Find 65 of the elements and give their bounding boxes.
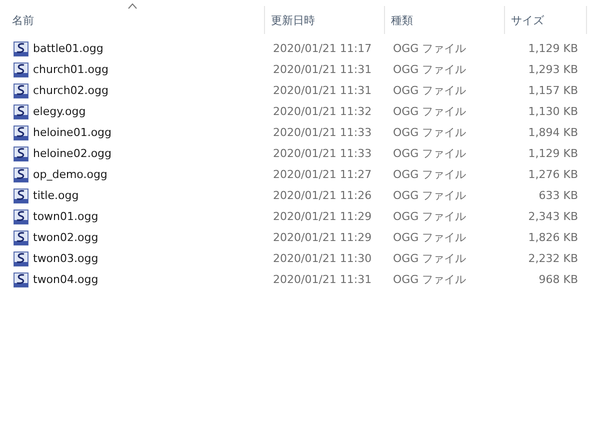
file-type: OGG ファイル bbox=[392, 41, 468, 56]
file-size: 1,129 KB bbox=[527, 147, 579, 160]
file-name[interactable]: op_demo.ogg bbox=[33, 168, 108, 181]
file-name[interactable]: twon02.ogg bbox=[33, 231, 98, 244]
modified-date: 2020/01/21 11:31 bbox=[272, 273, 373, 286]
file-name[interactable]: town01.ogg bbox=[33, 210, 98, 223]
audio-file-icon bbox=[13, 166, 29, 182]
file-type: OGG ファイル bbox=[392, 83, 468, 98]
file-size: 2,343 KB bbox=[527, 210, 579, 223]
file-name[interactable]: battle01.ogg bbox=[33, 42, 104, 55]
audio-file-icon bbox=[13, 124, 29, 140]
file-name[interactable]: heloine02.ogg bbox=[33, 147, 112, 160]
file-name[interactable]: heloine01.ogg bbox=[33, 126, 112, 139]
audio-file-icon bbox=[13, 208, 29, 224]
audio-file-icon bbox=[13, 82, 29, 98]
modified-date: 2020/01/21 11:31 bbox=[272, 84, 373, 97]
modified-date: 2020/01/21 11:17 bbox=[272, 42, 373, 55]
column-header[interactable]: サイズ bbox=[505, 6, 587, 34]
file-size: 1,293 KB bbox=[527, 63, 579, 76]
modified-date: 2020/01/21 11:33 bbox=[272, 147, 373, 160]
audio-file-icon bbox=[13, 146, 29, 162]
file-type: OGG ファイル bbox=[392, 125, 468, 140]
file-size: 2,232 KB bbox=[527, 252, 579, 265]
modified-date: 2020/01/21 11:26 bbox=[272, 189, 373, 202]
file-size: 1,894 KB bbox=[527, 126, 579, 139]
file-type: OGG ファイル bbox=[392, 272, 468, 287]
audio-file-icon bbox=[13, 272, 29, 288]
file-size: 1,130 KB bbox=[527, 105, 579, 118]
file-name[interactable]: church02.ogg bbox=[33, 84, 108, 97]
modified-date: 2020/01/21 11:33 bbox=[272, 126, 373, 139]
file-size: 1,826 KB bbox=[527, 231, 579, 244]
modified-date: 2020/01/21 11:29 bbox=[272, 210, 373, 223]
modified-date: 2020/01/21 11:30 bbox=[272, 252, 373, 265]
audio-file-icon bbox=[13, 188, 29, 204]
file-type: OGG ファイル bbox=[392, 251, 468, 266]
audio-file-icon bbox=[13, 104, 29, 120]
column-header[interactable]: 名前 bbox=[0, 6, 265, 34]
audio-file-icon bbox=[13, 40, 29, 56]
file-size: 1,276 KB bbox=[527, 168, 579, 181]
sort-ascending-icon bbox=[128, 3, 137, 9]
modified-date: 2020/01/21 11:32 bbox=[272, 105, 373, 118]
file-size: 633 KB bbox=[538, 189, 579, 202]
file-type: OGG ファイル bbox=[392, 167, 468, 182]
file-type: OGG ファイル bbox=[392, 104, 468, 119]
audio-file-icon bbox=[13, 250, 29, 266]
file-type: OGG ファイル bbox=[392, 230, 468, 245]
file-size: 1,129 KB bbox=[527, 42, 579, 55]
file-name[interactable]: twon04.ogg bbox=[33, 273, 98, 286]
file-name[interactable]: twon03.ogg bbox=[33, 252, 98, 265]
modified-date: 2020/01/21 11:29 bbox=[272, 231, 373, 244]
file-name[interactable]: elegy.ogg bbox=[33, 105, 86, 118]
file-name[interactable]: church01.ogg bbox=[33, 63, 108, 76]
file-size: 968 KB bbox=[538, 273, 579, 286]
audio-file-icon bbox=[13, 230, 29, 246]
file-name[interactable]: title.ogg bbox=[33, 189, 79, 202]
file-type: OGG ファイル bbox=[392, 62, 468, 77]
file-type: OGG ファイル bbox=[392, 209, 468, 224]
column-header[interactable]: 種類 bbox=[385, 6, 505, 34]
file-type: OGG ファイル bbox=[392, 146, 468, 161]
audio-file-icon bbox=[13, 62, 29, 78]
column-header[interactable]: 更新日時 bbox=[265, 6, 385, 34]
file-type: OGG ファイル bbox=[392, 188, 468, 203]
file-size: 1,157 KB bbox=[527, 84, 579, 97]
modified-date: 2020/01/21 11:31 bbox=[272, 63, 373, 76]
modified-date: 2020/01/21 11:27 bbox=[272, 168, 373, 181]
